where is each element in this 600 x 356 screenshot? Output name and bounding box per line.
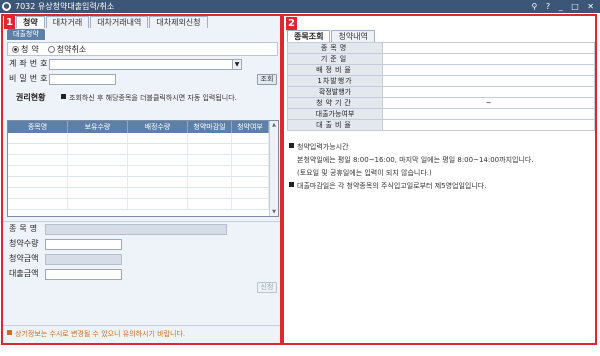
warning-square-icon xyxy=(7,330,12,335)
panel-number-badge: 2 xyxy=(286,17,297,30)
radio-subscribe[interactable] xyxy=(12,45,19,53)
info-label: 대출비율 xyxy=(287,119,383,131)
info-value xyxy=(382,64,595,76)
table-row[interactable] xyxy=(8,144,278,155)
window-controls[interactable]: ⚲ ? _ □ ✕ xyxy=(531,1,597,12)
info-value: ~ xyxy=(382,97,595,109)
info-value xyxy=(382,119,595,131)
info-label: 청약기간 xyxy=(287,97,383,109)
tab-subscribe-history[interactable]: 청약내역 xyxy=(331,30,375,42)
table-row[interactable] xyxy=(8,166,278,177)
radio-cancel[interactable] xyxy=(47,45,55,53)
qty-field[interactable] xyxy=(45,239,122,250)
input-time-line1: 본청약일에는 평일 8:00~16:00, 마지막 일에는 평일 8:00~14… xyxy=(297,156,534,164)
info-value xyxy=(382,75,595,87)
bullet-square-icon xyxy=(61,94,66,99)
rights-note-text: 조회하신 후 해당종목을 더블클릭하시면 자동 입력됩니다. xyxy=(69,94,237,102)
radio-cancel-label: 청약취소 xyxy=(56,44,87,54)
input-time-line2: (토요일 및 공휴일에는 입력이 되지 않습니다.) xyxy=(297,169,432,177)
tab-lending-history[interactable]: 대차거래내역 xyxy=(90,16,149,28)
subtab-loan-subscribe[interactable]: 대출청약 xyxy=(7,29,45,40)
search-button[interactable]: 조회 xyxy=(257,74,277,85)
subscribe-type-radio-group: 청약 청약취소 xyxy=(7,42,278,56)
info-label: 1차발행가 xyxy=(287,75,383,87)
grid-col-status[interactable]: 청약여부 xyxy=(232,121,269,133)
input-time-title-text: 청약입력가능시간 xyxy=(297,143,349,151)
grid-col-allotted[interactable]: 배정수량 xyxy=(128,121,188,133)
left-tab-bar: 청약 대차거래 대차거래내역 대차제외신청 xyxy=(16,16,209,28)
warning-text: 상기정보는 수시로 변경될 수 있으니 유의하시기 바랍니다. xyxy=(7,329,185,339)
info-value xyxy=(382,86,595,98)
form-divider xyxy=(3,221,280,222)
info-value xyxy=(382,42,595,54)
table-row[interactable] xyxy=(8,199,278,210)
radio-subscribe-label: 청약 xyxy=(21,44,42,54)
info-label: 확정발행가 xyxy=(287,86,383,98)
amount-label: 청약금액 xyxy=(9,254,39,263)
loan-deadline-note: 대출마감일은 각 청약종목의 주식입고일로부터 제5영업일입니다. xyxy=(289,181,486,191)
password-field[interactable] xyxy=(49,74,116,85)
table-row[interactable] xyxy=(8,188,278,199)
table-row: 배정비율 xyxy=(287,64,595,76)
grid-col-stock[interactable]: 종목명 xyxy=(8,121,68,133)
tab-lending-exclusion[interactable]: 대차제외신청 xyxy=(149,16,208,28)
info-label: 종목명 xyxy=(287,42,383,54)
bullet-square-icon xyxy=(289,143,294,148)
amount-field xyxy=(45,254,122,265)
table-row[interactable] xyxy=(8,177,278,188)
account-label: 계좌번호 xyxy=(9,59,51,68)
right-tab-bar: 종목조회 청약내역 xyxy=(287,30,376,42)
table-row[interactable] xyxy=(8,133,278,144)
grid-col-holding[interactable]: 보유수량 xyxy=(68,121,128,133)
table-row: 종목명 xyxy=(287,42,595,54)
password-label: 비밀번호 xyxy=(9,74,51,83)
bullet-square-icon xyxy=(289,182,294,187)
stock-info-table: 종목명 기준일 배정비율 1차발행가 확정발행가 청약기간 ~ 대출가능여부 대출… xyxy=(287,42,595,131)
window-title: 7032 유상청약대출입력/취소 xyxy=(15,2,115,11)
left-panel: 1 청약 대차거래 대차거래내역 대차제외신청 대출청약 청약 청약취소 계좌번… xyxy=(1,14,282,345)
chevron-down-icon[interactable]: ▼ xyxy=(232,60,241,69)
grid-body xyxy=(8,133,278,210)
loan-amount-field[interactable] xyxy=(45,269,122,280)
qty-label: 청약수량 xyxy=(9,239,39,248)
table-row: 청약기간 ~ xyxy=(287,97,595,109)
info-label: 기준일 xyxy=(287,53,383,65)
loan-deadline-text: 대출마감일은 각 청약종목의 주식입고일로부터 제5영업일입니다. xyxy=(297,182,487,190)
info-label: 대출가능여부 xyxy=(287,108,383,120)
tab-subscribe[interactable]: 청약 xyxy=(16,16,45,28)
grid-scrollbar[interactable]: ▲ ▼ xyxy=(269,121,278,216)
table-row: 대출비율 xyxy=(287,119,595,131)
info-value xyxy=(382,108,595,120)
table-row: 확정발행가 xyxy=(287,86,595,98)
loan-amount-label: 대출금액 xyxy=(9,269,39,278)
rights-section-title: 권리현황 xyxy=(16,93,46,102)
table-row: 기준일 xyxy=(287,53,595,65)
app-logo-icon: ● xyxy=(2,2,11,11)
info-label: 배정비율 xyxy=(287,64,383,76)
table-row: 1차발행가 xyxy=(287,75,595,87)
rights-grid[interactable]: 종목명 보유수량 배정수량 청약마감일 청약여부 ▲ ▼ xyxy=(7,120,279,217)
table-row[interactable] xyxy=(8,155,278,166)
right-panel: 2 종목조회 청약내역 종목명 기준일 배정비율 1차발행가 확정발행가 청약기… xyxy=(282,14,597,345)
grid-header: 종목명 보유수량 배정수량 청약마감일 청약여부 xyxy=(8,121,278,133)
account-select[interactable] xyxy=(49,59,242,70)
warning-text-content: 상기정보는 수시로 변경될 수 있으니 유의하시기 바랍니다. xyxy=(15,330,186,338)
table-row: 대출가능여부 xyxy=(287,108,595,120)
rights-note: 조회하신 후 해당종목을 더블클릭하시면 자동 입력됩니다. xyxy=(61,93,237,103)
apply-button[interactable]: 신청 xyxy=(257,282,277,293)
window-titlebar: ● 7032 유상청약대출입력/취소 ⚲ ? _ □ ✕ xyxy=(0,0,600,13)
tab-lending[interactable]: 대차거래 xyxy=(45,16,90,28)
panel-number-badge: 1 xyxy=(4,16,15,29)
input-time-title: 청약입력가능시간 xyxy=(289,142,349,152)
stock-name-field xyxy=(45,224,227,235)
stock-name-label: 종목명 xyxy=(9,224,41,233)
scroll-down-icon[interactable]: ▼ xyxy=(270,208,278,216)
tab-stock-lookup[interactable]: 종목조회 xyxy=(287,30,331,42)
scroll-up-icon[interactable]: ▲ xyxy=(270,121,278,129)
footer-divider xyxy=(3,325,280,326)
grid-col-deadline[interactable]: 청약마감일 xyxy=(188,121,232,133)
info-value xyxy=(382,53,595,65)
